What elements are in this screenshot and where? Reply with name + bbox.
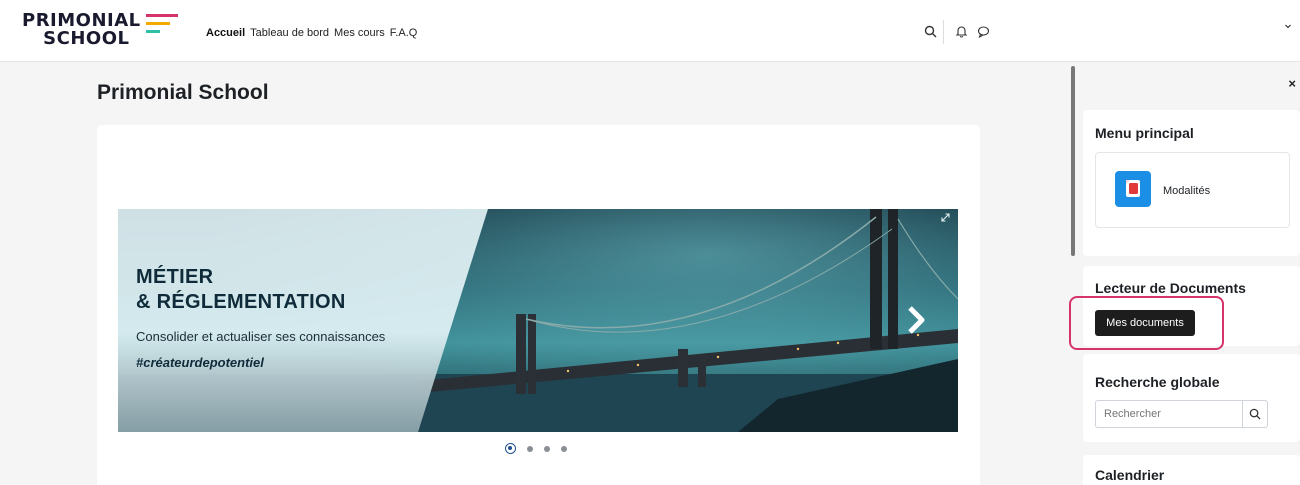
user-menu-chevron-down-icon[interactable]: [1284, 22, 1292, 32]
bell-icon[interactable]: [955, 25, 968, 43]
slider-card: MÉTIER & RÉGLEMENTATION Consolider et ac…: [97, 125, 980, 485]
main-region: Primonial School MÉTIER & RÉGLEMENTATION…: [0, 62, 1075, 485]
search-icon: [1249, 408, 1261, 420]
block-recherche-globale: Recherche globale: [1083, 354, 1300, 442]
carousel-next-chevron-right-icon[interactable]: [906, 305, 928, 340]
banner-heading-line-2: & RÉGLEMENTATION: [136, 291, 346, 313]
right-drawer: × Menu principal Modalités Lecteur de Do…: [1076, 62, 1300, 485]
primary-navigation: Accueil Tableau de bord Mes cours F.A.Q: [206, 27, 417, 39]
activity-label: Modalités: [1163, 185, 1211, 197]
block-title-lecteur: Lecteur de Documents: [1095, 280, 1246, 296]
carousel-indicator-3[interactable]: [544, 445, 550, 452]
logo-bar-2: [146, 22, 170, 25]
carousel-banner[interactable]: MÉTIER & RÉGLEMENTATION Consolider et ac…: [118, 209, 958, 432]
carousel-indicator-1[interactable]: [505, 443, 516, 454]
carousel-indicator-2[interactable]: [527, 445, 533, 452]
page-title: Primonial School: [97, 81, 269, 104]
banner-subtitle: Consolider et actualiser ses connaissanc…: [136, 329, 386, 344]
search-icon[interactable]: [924, 25, 937, 43]
carousel-indicators: [505, 443, 567, 454]
activity-card-modalites[interactable]: Modalités: [1095, 152, 1290, 228]
logo-bar-3: [146, 30, 160, 33]
banner-heading: MÉTIER & RÉGLEMENTATION: [136, 265, 346, 315]
block-calendrier: Calendrier: [1083, 455, 1300, 485]
logo-bars-icon: [146, 14, 178, 38]
block-menu-principal: Menu principal Modalités: [1083, 110, 1300, 256]
drawer-close-icon[interactable]: ×: [1288, 76, 1296, 91]
block-title-calendrier: Calendrier: [1095, 467, 1165, 483]
primonial-school-logo[interactable]: PRIMONIAL SCHOOL: [22, 12, 182, 52]
logo-wordmark: PRIMONIAL SCHOOL: [22, 12, 141, 48]
highlight-annotation: [1069, 296, 1224, 350]
nav-item-accueil[interactable]: Accueil: [206, 27, 245, 39]
chat-icon[interactable]: [977, 25, 990, 43]
block-title-recherche: Recherche globale: [1095, 374, 1220, 390]
pdf-file-icon: [1115, 171, 1151, 207]
nav-item-tableau-de-bord[interactable]: Tableau de bord: [250, 27, 329, 39]
expand-icon[interactable]: [941, 213, 950, 225]
logo-bar-1: [146, 14, 178, 17]
carousel-indicator-4[interactable]: [561, 445, 567, 452]
block-title-menu-principal: Menu principal: [1095, 125, 1194, 141]
banner-hashtag: #créateurdepotentiel: [136, 355, 264, 370]
search-submit-button[interactable]: [1242, 400, 1268, 428]
scrollbar-thumb[interactable]: [1071, 66, 1075, 256]
nav-item-mes-cours[interactable]: Mes cours: [334, 27, 385, 39]
navbar-separator: [943, 20, 944, 44]
banner-heading-line-1: MÉTIER: [136, 266, 214, 288]
top-navbar: PRIMONIAL SCHOOL Accueil Tableau de bord…: [0, 0, 1300, 62]
global-search-input[interactable]: [1095, 400, 1243, 428]
logo-line-2: SCHOOL: [43, 28, 130, 49]
nav-item-faq[interactable]: F.A.Q: [390, 27, 418, 39]
